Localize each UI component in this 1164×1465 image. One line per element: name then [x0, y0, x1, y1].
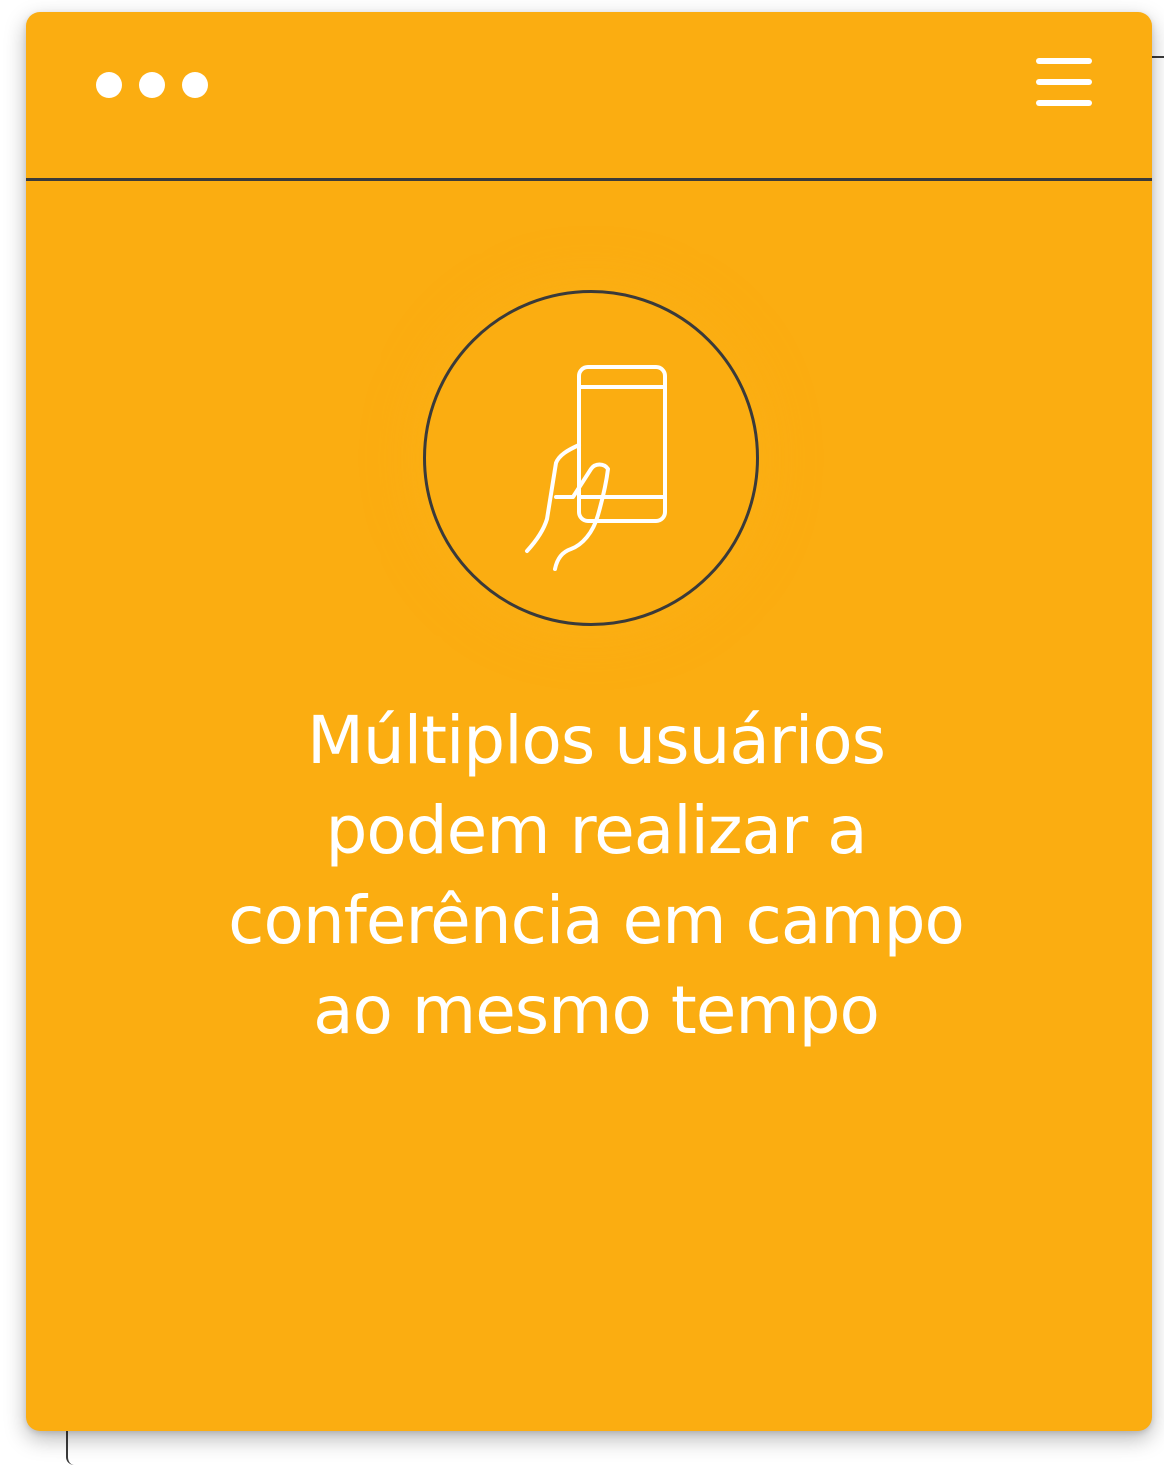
feature-description: Múltiplos usuários podem realizar a conf…	[228, 702, 965, 1049]
hamburger-menu-icon[interactable]	[1036, 58, 1092, 106]
menu-bar	[1036, 79, 1092, 85]
feature-card: Múltiplos usuários podem realizar a conf…	[26, 12, 1152, 1431]
feature-icon-circle	[423, 290, 759, 626]
backdrop-frame-corner	[66, 1428, 74, 1465]
backdrop-frame-edge	[1152, 56, 1164, 58]
dot	[96, 72, 122, 98]
menu-bar	[1036, 100, 1092, 106]
hand-holding-phone-icon	[525, 365, 667, 571]
dot	[182, 72, 208, 98]
dot	[139, 72, 165, 98]
card-header	[26, 12, 1152, 181]
menu-bar	[1036, 58, 1092, 64]
three-dots-icon	[96, 72, 208, 98]
